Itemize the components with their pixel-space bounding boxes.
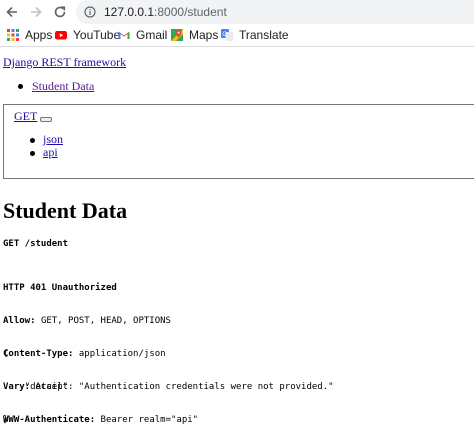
bookmark-label: Maps	[189, 28, 219, 42]
gmail-icon	[118, 31, 130, 39]
reload-icon	[54, 6, 66, 18]
maps-icon	[171, 29, 183, 41]
response-status: HTTP 401 Unauthorized	[3, 283, 198, 294]
format-list: json api	[29, 133, 63, 159]
bookmarks-bar: Apps YouTube Gmail Maps G Translate	[0, 24, 474, 47]
breadcrumb: Student Data	[16, 79, 94, 94]
header-name: Allow:	[3, 316, 36, 326]
request-text: GET /student	[3, 239, 69, 249]
format-selector-box: GET json api	[3, 104, 474, 179]
bookmark-label: YouTube	[73, 28, 121, 42]
response-body: { "detail": "Authentication credentials …	[3, 327, 334, 447]
forward-arrow-icon	[31, 6, 42, 18]
back-arrow-icon	[6, 6, 17, 18]
json-open-brace: {	[3, 349, 9, 359]
url-host: 127.0.0.1	[104, 5, 155, 19]
apps-grid-icon	[7, 29, 19, 41]
reload-button[interactable]	[50, 2, 70, 22]
response-header: Allow: GET, POST, HEAD, OPTIONS	[3, 316, 198, 327]
breadcrumb-item: Student Data	[16, 79, 94, 94]
svg-text:G: G	[222, 32, 227, 38]
request-line: GET /student	[3, 239, 68, 250]
bookmark-apps[interactable]: Apps	[7, 27, 52, 43]
format-link-json[interactable]: json	[43, 132, 63, 146]
page-title: Student Data	[3, 198, 128, 223]
json-value: "Authentication credentials were not pro…	[78, 382, 334, 392]
bookmark-translate[interactable]: G Translate	[221, 27, 289, 43]
status-text: HTTP 401 Unauthorized	[3, 283, 117, 293]
json-key: "detail"	[24, 382, 69, 392]
bookmark-label: Gmail	[136, 28, 168, 42]
bookmark-youtube[interactable]: YouTube	[55, 27, 120, 43]
bookmark-label: Translate	[239, 28, 289, 42]
format-dropdown-toggle[interactable]	[40, 117, 52, 122]
bookmark-label: Apps	[25, 28, 53, 42]
url-path: :8000/student	[154, 5, 227, 19]
brand-link[interactable]: Django REST framework	[3, 55, 126, 70]
address-bar[interactable]: 127.0.0.1:8000/student	[76, 0, 474, 24]
get-button[interactable]: GET	[14, 109, 37, 124]
forward-button[interactable]	[26, 2, 46, 22]
json-line: "detail": "Authentication credentials we…	[3, 382, 334, 393]
json-close-brace: }	[3, 415, 9, 425]
list-item: api	[29, 146, 63, 159]
breadcrumb-link-student-data[interactable]: Student Data	[32, 79, 94, 93]
header-value: GET, POST, HEAD, OPTIONS	[40, 316, 171, 326]
site-info-icon[interactable]	[84, 6, 96, 18]
youtube-icon	[55, 31, 67, 40]
bookmark-maps[interactable]: Maps	[171, 27, 218, 43]
back-button[interactable]	[2, 2, 22, 22]
format-link-api[interactable]: api	[43, 145, 58, 159]
url-text: 127.0.0.1:8000/student	[104, 5, 227, 19]
translate-icon: G	[221, 29, 233, 41]
json-separator: :	[68, 382, 79, 392]
browser-toolbar: 127.0.0.1:8000/student	[0, 0, 474, 24]
bookmark-gmail[interactable]: Gmail	[118, 27, 167, 43]
